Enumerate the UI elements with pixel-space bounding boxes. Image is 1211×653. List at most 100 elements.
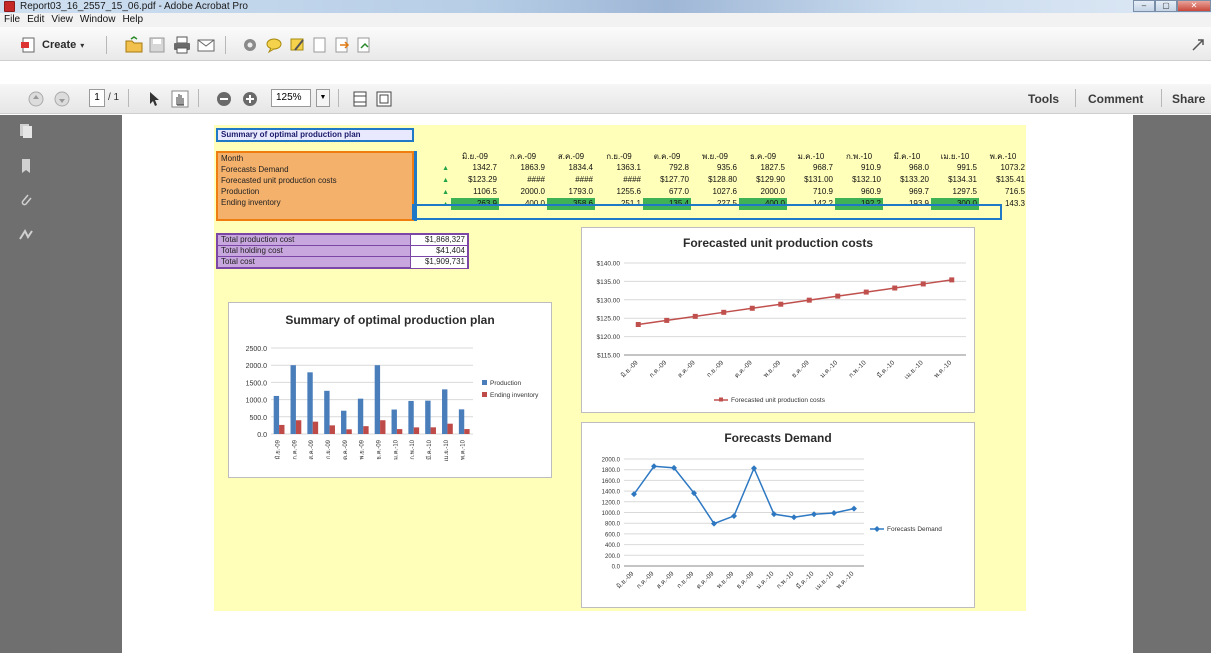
production-cell[interactable]: 1297.5 [931,186,979,198]
cell-value: ก.ค.-09 [509,152,537,161]
months-cell[interactable]: พ.ย.-09 [691,151,739,162]
forecast-demand-cell[interactable]: 1363.1 [595,162,643,174]
close-button[interactable]: ✕ [1177,0,1211,12]
unit-costs-cell[interactable]: $128.80 [691,174,739,186]
expand-icon[interactable] [1188,35,1208,55]
bookmarks-icon[interactable] [19,158,33,174]
comment-tab[interactable]: Comment [1088,89,1143,109]
menu-help[interactable]: Help [122,13,143,27]
unit-costs-cell[interactable]: #### [499,174,547,186]
previous-page-icon[interactable] [26,89,46,109]
tools-tab[interactable]: Tools [1028,89,1059,109]
export-icon[interactable] [332,35,352,55]
months-cell[interactable]: ก.พ.-10 [835,151,883,162]
zoom-out-icon[interactable] [214,89,234,109]
forecast-demand-cell[interactable]: 968.0 [883,162,931,174]
toolbar-divider [1075,89,1076,107]
forecast-demand-cell[interactable]: 1827.5 [739,162,787,174]
unit-costs-cell[interactable]: #### [595,174,643,186]
forecast-demand-cell[interactable]: 968.7 [787,162,835,174]
data-point [863,289,869,295]
forecast-demand-cell[interactable]: 792.8 [643,162,691,174]
months-cell[interactable]: ธ.ค.-09 [739,151,787,162]
save-icon[interactable] [147,35,167,55]
select-tool-icon[interactable] [146,89,166,109]
attachments-icon[interactable] [19,192,33,208]
full-screen-icon[interactable] [374,89,394,109]
signatures-icon[interactable] [19,227,33,243]
production-cell[interactable]: 1793.0 [547,186,595,198]
forecast-demand-cell[interactable]: 1863.9 [499,162,547,174]
row-lead-cell[interactable] [414,151,451,162]
menu-file[interactable]: File [4,13,20,27]
months-cell[interactable]: ก.ค.-09 [499,151,547,162]
forecast-demand-cell[interactable]: 935.6 [691,162,739,174]
zoom-dropdown-icon[interactable]: ▼ [316,89,330,107]
cell-value: ต.ค.-09 [653,152,681,161]
unit-costs-cell[interactable]: $131.00 [787,174,835,186]
row-lead-cell[interactable]: ▲ [414,186,451,198]
row-lead-cell[interactable]: ▲ [414,162,451,174]
fit-page-icon[interactable] [350,89,370,109]
forecast-demand-cell[interactable]: 991.5 [931,162,979,174]
production-cell[interactable]: 960.9 [835,186,883,198]
months-cell[interactable]: มิ.ย.-09 [451,151,499,162]
unit-costs-cell[interactable]: $123.29 [451,174,499,186]
unit-costs-cell[interactable]: $127.70 [643,174,691,186]
page-thumbnails-icon[interactable] [19,123,33,139]
months-cell[interactable]: ส.ค.-09 [547,151,595,162]
production-cell[interactable]: 2000.0 [739,186,787,198]
print-icon[interactable] [172,35,192,55]
unit-costs-cell[interactable]: #### [547,174,595,186]
production-cell[interactable]: 1106.5 [451,186,499,198]
menu-view[interactable]: View [51,13,73,27]
forecast-demand-cell[interactable]: 1073.2 [979,162,1027,174]
highlight-icon[interactable] [288,35,308,55]
months-cell[interactable]: ต.ค.-09 [643,151,691,162]
months-cell[interactable]: ก.ย.-09 [595,151,643,162]
zoom-in-icon[interactable] [240,89,260,109]
minimize-button[interactable]: – [1133,0,1155,12]
unit-costs-cell[interactable]: $135.41 [979,174,1027,186]
forecast-demand-cell[interactable]: 1834.4 [547,162,595,174]
production-cell[interactable]: 2000.0 [499,186,547,198]
unit-costs-cell[interactable]: $132.10 [835,174,883,186]
unit-costs-cell[interactable]: $129.90 [739,174,787,186]
menu-edit[interactable]: Edit [27,13,44,27]
create-button[interactable]: Create ▾ [20,35,84,55]
navigation-pane [0,115,50,653]
page-number-input[interactable]: 1 [89,89,105,107]
row-lead-cell[interactable]: ▲ [414,174,451,186]
maximize-button[interactable]: ▢ [1155,0,1177,12]
forecast-demand-cell[interactable]: 1342.7 [451,162,499,174]
share-tab[interactable]: Share [1172,89,1205,109]
production-cell[interactable]: 1255.6 [595,186,643,198]
cell-value: 968.0 [908,163,929,172]
forecast-demand-cell[interactable]: 910.9 [835,162,883,174]
hand-tool-icon[interactable] [170,89,190,109]
production-cell[interactable]: 1027.6 [691,186,739,198]
months-cell[interactable]: พ.ค.-10 [979,151,1027,162]
comment-icon[interactable] [264,35,284,55]
production-cell[interactable]: 969.7 [883,186,931,198]
next-page-icon[interactable] [52,89,72,109]
bar-production [425,400,431,434]
months-cell[interactable]: เม.ย.-10 [931,151,979,162]
months-cell[interactable]: มี.ค.-10 [883,151,931,162]
share-file-icon[interactable] [354,35,374,55]
zoom-input[interactable]: 125% [271,89,311,107]
menu-window[interactable]: Window [80,13,116,27]
unit-costs-cell[interactable]: $134.31 [931,174,979,186]
email-icon[interactable] [196,35,216,55]
cell-value: 1342.7 [472,163,497,172]
production-cell[interactable]: 677.0 [643,186,691,198]
document-viewer[interactable]: Summary of optimal production plan Month… [50,115,1211,653]
open-icon[interactable] [124,35,144,55]
gear-icon[interactable] [240,35,260,55]
production-cell[interactable]: 710.9 [787,186,835,198]
unit-costs-cell[interactable]: $133.20 [883,174,931,186]
document-icon[interactable] [310,35,330,55]
production-cell[interactable]: 716.5 [979,186,1027,198]
months-cell[interactable]: ม.ค.-10 [787,151,835,162]
bar-ending-inventory [447,423,453,434]
